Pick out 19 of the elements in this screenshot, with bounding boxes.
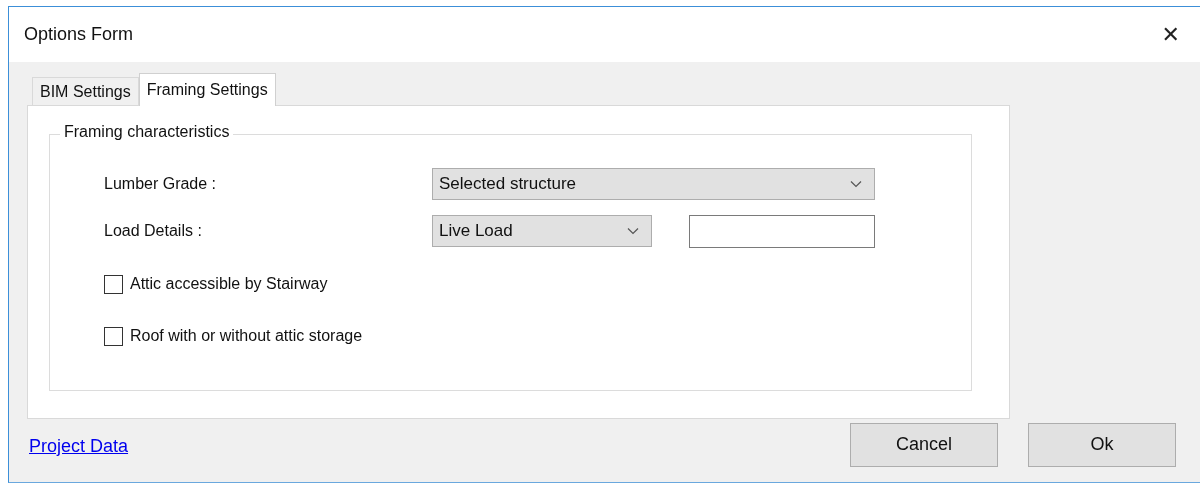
- close-button[interactable]: ✕: [1155, 22, 1186, 47]
- dialog-button[interactable]: Ok: [1028, 422, 1176, 467]
- checkbox-label: Attic accessible by Stairway: [130, 275, 328, 293]
- dialog-button[interactable]: Cancel: [850, 422, 998, 467]
- input-field[interactable]: [689, 214, 875, 248]
- project-data-link[interactable]: Project Data: [27, 436, 129, 457]
- tab[interactable]: BIM Settings: [32, 77, 139, 105]
- dropdown[interactable]: Live Load: [432, 215, 652, 247]
- group-title: Framing characteristics: [60, 123, 234, 141]
- dropdown[interactable]: Selected structure: [432, 168, 875, 200]
- window-title: Options Form: [24, 24, 134, 45]
- checkbox[interactable]: [104, 326, 123, 346]
- chevron-down-icon: [850, 180, 862, 188]
- checkbox-label: Roof with or without attic storage: [130, 327, 363, 345]
- checkbox[interactable]: [104, 274, 123, 294]
- field-label: Lumber Grade :: [104, 175, 218, 193]
- chevron-down-icon: [627, 227, 639, 235]
- tab[interactable]: Framing Settings: [138, 73, 276, 106]
- field-label: Load Details :: [104, 222, 203, 240]
